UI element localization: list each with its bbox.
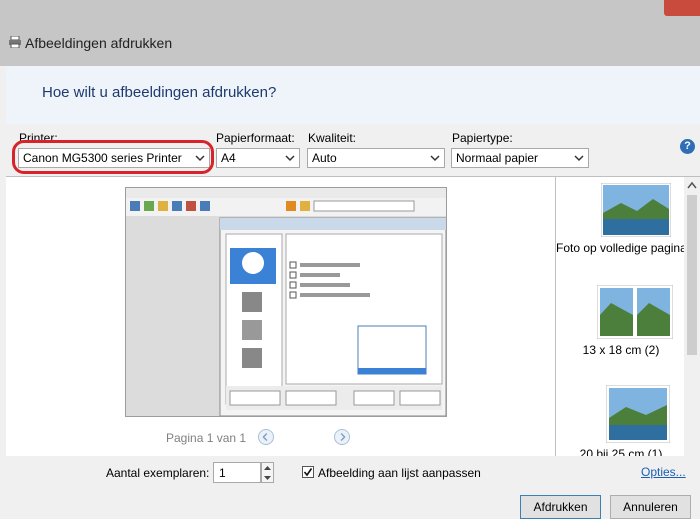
fit-picture-label[interactable]: Afbeelding aan lijst aanpassen [318, 466, 481, 480]
checkmark-icon [303, 468, 313, 477]
chevron-down-icon [285, 155, 295, 162]
paper-type-select[interactable]: Normaal papier [451, 148, 589, 168]
preview-screenshot-graphic [126, 188, 446, 416]
preview-pane: Pagina 1 van 1 [6, 176, 555, 457]
paper-type-label: Papiertype: [452, 131, 513, 145]
dialog-header: Hoe wilt u afbeeldingen afdrukken? [6, 66, 700, 124]
title-bar: Afbeeldingen afdrukken [0, 0, 700, 66]
two-photo-thumbnail [596, 284, 674, 340]
help-icon[interactable]: ? [680, 139, 695, 154]
copies-label: Aantal exemplaren: [106, 466, 210, 480]
page-indicator: Pagina 1 van 1 [166, 431, 247, 445]
layout-thumbnail-full-page[interactable] [556, 182, 686, 240]
printer-highlight-annotation [12, 140, 214, 174]
quality-select[interactable]: Auto [307, 148, 445, 168]
window-title: Afbeeldingen afdrukken [25, 35, 173, 51]
copies-input[interactable]: 1 [213, 462, 261, 483]
scroll-up-arrow-icon[interactable] [687, 181, 697, 189]
layout-label-13x18: 13 x 18 cm (2) [582, 343, 660, 357]
print-button[interactable]: Afdrukken [520, 495, 601, 519]
scrollbar-thumb[interactable] [687, 195, 697, 355]
layout-thumbnail-20x25[interactable] [556, 384, 686, 446]
close-button[interactable] [664, 0, 700, 16]
paper-size-value: A4 [221, 151, 236, 165]
previous-page-button[interactable] [258, 429, 274, 445]
quality-value: Auto [312, 151, 337, 165]
copies-stepper[interactable] [261, 462, 274, 483]
single-photo-thumbnail [605, 384, 670, 444]
layout-label-full-page: Foto op volledige pagina [556, 241, 687, 255]
printer-icon [9, 36, 21, 48]
page-title: Hoe wilt u afbeeldingen afdrukken? [42, 84, 277, 101]
layout-list[interactable]: Foto op volledige pagina 13 x 18 cm (2) … [555, 176, 700, 457]
layout-scrollbar[interactable] [684, 177, 700, 456]
copies-value: 1 [219, 466, 226, 480]
quality-label: Kwaliteit: [308, 131, 357, 145]
chevron-down-icon [430, 155, 440, 162]
landscape-thumbnail [600, 182, 672, 238]
cancel-button[interactable]: Annuleren [610, 495, 691, 519]
layout-thumbnail-13x18[interactable] [556, 284, 686, 342]
paper-size-select[interactable]: A4 [216, 148, 300, 168]
fit-picture-checkbox[interactable] [302, 466, 314, 478]
stepper-up-icon[interactable] [263, 464, 272, 472]
stepper-down-icon[interactable] [263, 474, 272, 482]
paper-type-value: Normaal papier [456, 151, 539, 165]
options-link[interactable]: Opties... [641, 465, 686, 479]
paper-size-label: Papierformaat: [216, 131, 295, 145]
next-page-button[interactable] [334, 429, 350, 445]
preview-image [125, 187, 447, 417]
chevron-down-icon [574, 155, 584, 162]
